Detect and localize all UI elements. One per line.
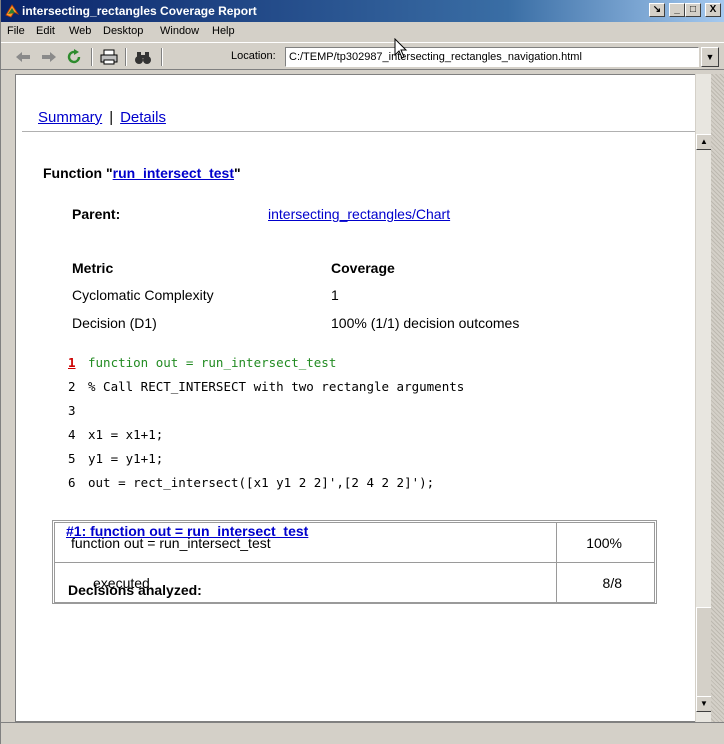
summary-link[interactable]: Summary xyxy=(38,109,102,126)
binoculars-find-icon[interactable] xyxy=(133,47,153,67)
close-button[interactable]: X xyxy=(705,3,721,17)
location-label: Location: xyxy=(231,50,276,62)
vertical-scrollbar[interactable]: ▲ ▼ xyxy=(695,74,712,722)
function-heading-suffix: " xyxy=(234,165,241,181)
code-line-number: 4 xyxy=(68,427,76,442)
status-bar xyxy=(1,722,724,744)
scroll-thumb[interactable] xyxy=(696,607,712,699)
code-text: out = rect_intersect([x1 y1 2 2]',[2 4 2… xyxy=(88,475,435,490)
print-icon[interactable] xyxy=(99,47,119,67)
scroll-down-button[interactable]: ▼ xyxy=(696,696,712,712)
menu-edit[interactable]: Edit xyxy=(36,25,55,37)
details-link[interactable]: Details xyxy=(120,109,166,126)
metric-name: Decision (D1) xyxy=(72,315,157,331)
function-heading: Function "run_intersect_test" xyxy=(43,165,241,181)
toolbar-separator xyxy=(125,48,127,66)
window-edge-hatch xyxy=(711,74,724,722)
table-row: executed 8/8 xyxy=(54,562,655,603)
code-text: x1 = x1+1; xyxy=(88,427,164,442)
code-line-number: 6 xyxy=(68,475,76,490)
code-line-number-link[interactable]: 1 xyxy=(68,355,88,370)
chevron-down-icon: ▼ xyxy=(705,52,715,62)
title-bar[interactable]: intersecting_rectangles Coverage Report … xyxy=(1,0,724,22)
browser-toolbar: Location: C:/TEMP/tp302987_intersecting_… xyxy=(1,42,724,70)
metric-coverage: 1 xyxy=(331,287,339,303)
code-line: 3 xyxy=(68,403,88,418)
maximize-button[interactable]: □ xyxy=(685,3,701,17)
menu-web[interactable]: Web xyxy=(69,25,91,37)
matlab-app-icon xyxy=(5,4,20,18)
menu-window[interactable]: Window xyxy=(160,25,199,37)
metric-name: Cyclomatic Complexity xyxy=(72,287,214,303)
coverage-header: Coverage xyxy=(331,260,395,276)
decision-label: executed xyxy=(54,562,557,603)
divider xyxy=(22,131,708,132)
table-row: function out = run_intersect_test 100% xyxy=(54,522,655,563)
location-field[interactable]: C:/TEMP/tp302987_intersecting_rectangles… xyxy=(285,47,699,67)
decision-label: function out = run_intersect_test xyxy=(54,522,557,563)
metric-coverage: 100% (1/1) decision outcomes xyxy=(331,315,520,331)
coverage-report-window: intersecting_rectangles Coverage Report … xyxy=(0,0,724,744)
code-line: 2 % Call RECT_INTERSECT with two rectangl… xyxy=(68,379,464,394)
decision-value: 100% xyxy=(556,522,655,563)
mouse-pointer-icon xyxy=(394,38,408,59)
refresh-icon[interactable] xyxy=(64,47,84,67)
report-content: Summary | Details Function "run_intersect_… xyxy=(15,74,709,722)
code-line: 4 x1 = x1+1; xyxy=(68,427,163,442)
metric-header: Metric xyxy=(72,260,114,276)
menu-bar: File Edit Web Desktop Window Help xyxy=(1,22,724,42)
menu-help[interactable]: Help xyxy=(212,25,235,37)
report-nav: Summary | Details xyxy=(38,109,166,126)
toolbar-separator xyxy=(91,48,93,66)
undock-button[interactable]: ↘ xyxy=(649,3,665,17)
code-line-number: 2 xyxy=(68,379,76,394)
parent-link[interactable]: intersecting_rectangles/Chart xyxy=(268,206,450,222)
parent-label: Parent: xyxy=(72,206,121,222)
forward-arrow-icon[interactable] xyxy=(39,47,59,67)
menu-desktop[interactable]: Desktop xyxy=(103,25,143,37)
decisions-table: function out = run_intersect_test 100% e… xyxy=(54,522,655,603)
triangle-down-icon: ▼ xyxy=(700,699,708,708)
scroll-up-button[interactable]: ▲ xyxy=(696,134,712,150)
nav-separator: | xyxy=(109,109,114,126)
code-text: y1 = y1+1; xyxy=(88,451,164,466)
code-line: 1 function out = run_intersect_test xyxy=(68,355,336,370)
back-arrow-icon[interactable] xyxy=(13,47,33,67)
function-name-link[interactable]: run_intersect_test xyxy=(113,165,234,181)
code-line: 6 out = rect_intersect([x1 y1 2 2]',[2 4 … xyxy=(68,475,434,490)
location-dropdown-button[interactable]: ▼ xyxy=(701,47,719,67)
minimize-button[interactable]: _ xyxy=(669,3,685,17)
code-line-number: 3 xyxy=(68,403,76,418)
code-line-number: 5 xyxy=(68,451,76,466)
decision-value: 8/8 xyxy=(556,562,655,603)
code-text: function out = run_intersect_test xyxy=(88,355,337,370)
function-heading-prefix: Function " xyxy=(43,165,113,181)
toolbar-separator xyxy=(161,48,163,66)
window-title: intersecting_rectangles Coverage Report xyxy=(22,4,257,18)
code-text: % Call RECT_INTERSECT with two rectangle… xyxy=(88,379,465,394)
triangle-up-icon: ▲ xyxy=(700,137,708,146)
code-line: 5 y1 = y1+1; xyxy=(68,451,163,466)
menu-file[interactable]: File xyxy=(7,25,25,37)
